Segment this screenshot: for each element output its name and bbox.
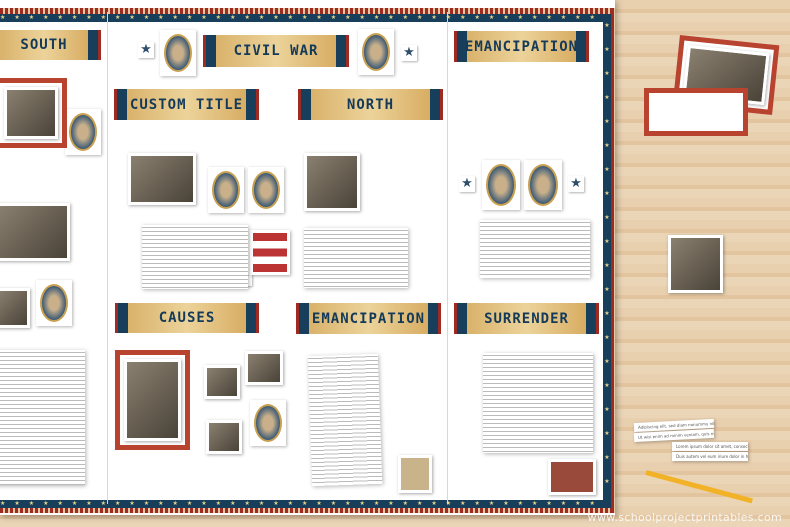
photo-frame-soldiers [0,78,67,148]
portrait-lee [250,400,286,446]
portrait-lincoln [160,30,196,76]
portrait-general [208,167,244,213]
photo-frame-statue [115,350,190,450]
portrait-grant [358,29,394,75]
title-emancipation-top: EMANCIPATION [457,31,586,62]
photo-statue [304,153,360,211]
portrait-douglass [524,160,562,210]
portrait-general [36,280,72,326]
star-icon: ★ [401,45,417,61]
photo-soldiers [128,153,196,205]
photo-cotton [206,420,242,454]
title-south: SOUTH [0,30,98,60]
photo-battle [0,203,70,261]
star-icon: ★ [138,42,154,58]
portrait-tubman [482,160,520,210]
photo-helmet [204,365,240,399]
photo-cannon [0,288,30,328]
pencil [645,470,753,504]
title-north: NORTH [301,89,440,120]
text-strip: Lorem ipsum dolor sit amet, consectetuer… [672,442,748,451]
title-emancipation-mid: EMANCIPATION [299,303,438,334]
star-icon: ★ [459,176,475,192]
bottom-border-stripe [0,508,615,513]
title-civil-war: CIVIL WAR [206,35,346,67]
photo-house [548,459,596,495]
bottom-star-band: ★★★★★★★★★★★★★★★★★★★★★★★★★★★★★★★★★★★★★★★★… [0,500,615,508]
text-strip: Duis autem vel eum iriure dolor in hendr… [672,452,748,461]
title-surrender: SURRENDER [457,303,596,334]
photo-flag [250,230,290,275]
loose-photo-battle [668,235,723,293]
title-custom: CUSTOM TITLE [117,89,256,120]
right-border-stripe [611,8,615,513]
photo-scroll [398,455,432,493]
star-icon: ★ [568,176,584,192]
top-star-band: ★★★★★★★★★★★★★★★★★★★★★★★★★★★★★★★★★★★★★★★★… [0,14,615,22]
text-block [483,353,593,453]
portrait-davis [65,109,101,155]
watermark: www.schoolprojectprintables.com [587,511,782,524]
text-block [307,353,383,487]
right-star-band: ★ ★ ★ ★ ★ ★ ★ ★ ★ ★ ★ ★ ★ ★ ★ ★ ★ ★ ★ ★ [603,14,611,508]
fold-line-right [447,12,448,504]
title-causes: CAUSES [118,303,256,333]
text-block [142,225,248,289]
text-block [0,350,85,485]
text-block [480,220,590,278]
fold-line-left [107,12,108,504]
text-block [304,228,408,288]
photo-helmet [245,351,283,385]
loose-empty-frame [644,88,748,136]
portrait-general [248,167,284,213]
